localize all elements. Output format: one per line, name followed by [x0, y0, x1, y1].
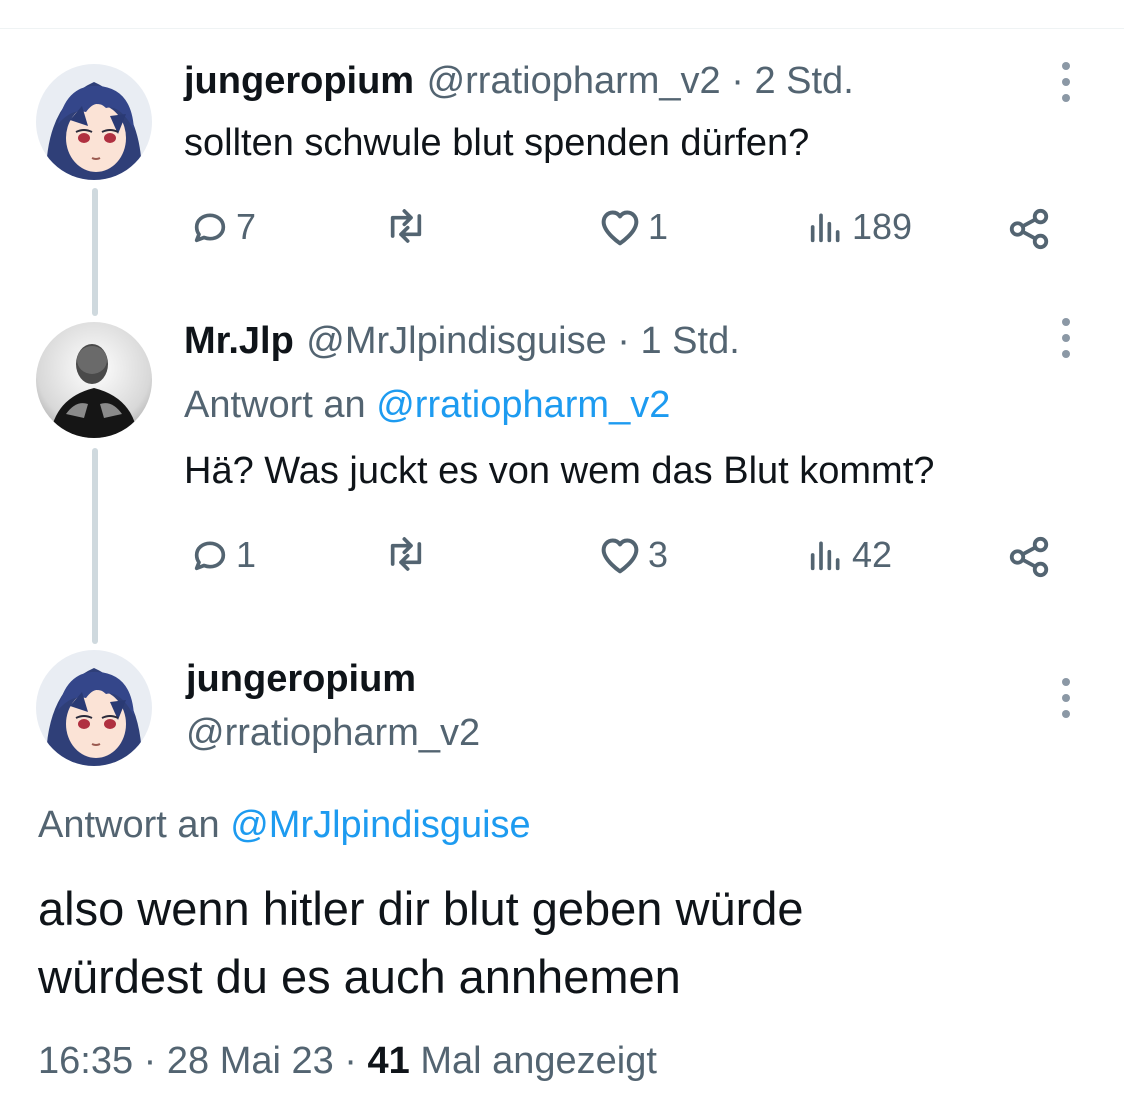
display-name[interactable]: Mr.Jlp: [184, 320, 294, 362]
more-vertical-icon[interactable]: [1060, 678, 1072, 718]
retweet-icon: [390, 537, 422, 571]
tweet-text-line: würdest du es auch annhemen: [38, 950, 681, 1003]
more-vertical-icon[interactable]: [1060, 318, 1072, 358]
reply-prefix: Antwort an: [38, 804, 231, 846]
reply-to-link[interactable]: @MrJlpindisguise: [230, 804, 530, 846]
like-button[interactable]: 3: [598, 534, 668, 576]
retweet-icon: [390, 209, 422, 243]
share-icon: [1009, 208, 1049, 250]
tweet-text-line: also wenn hitler dir blut geben würde: [38, 882, 804, 935]
heart-icon: [601, 210, 639, 246]
thread-connector: [92, 448, 98, 644]
avatar[interactable]: [36, 64, 152, 180]
retweet-button[interactable]: [384, 206, 428, 246]
like-count: 3: [648, 534, 669, 575]
like-button[interactable]: 1: [598, 206, 668, 248]
reply-bubble-icon: [194, 213, 226, 243]
reply-context: Antwort an @rratiopharm_v2: [184, 384, 670, 427]
share-button[interactable]: [1006, 534, 1052, 580]
more-vertical-icon[interactable]: [1060, 62, 1072, 102]
views-button[interactable]: 42: [806, 534, 892, 576]
views-button[interactable]: 189: [806, 206, 912, 248]
display-name[interactable]: jungeropium: [186, 658, 416, 701]
reply-count: 1: [236, 534, 257, 575]
reply-button[interactable]: 1: [190, 534, 256, 576]
display-name[interactable]: jungeropium: [184, 60, 414, 102]
anime-avatar-image: [36, 64, 152, 180]
tweet-text: Hä? Was juckt es von wem das Blut kommt?: [184, 450, 935, 492]
thread-connector: [92, 188, 98, 316]
handle-and-time[interactable]: @rratiopharm_v2 · 2 Std.: [427, 60, 854, 102]
anime-avatar-image: [36, 650, 152, 766]
top-divider: [0, 28, 1124, 29]
avatar[interactable]: [36, 650, 152, 766]
timestamp[interactable]: 16:35 · 28 Mai 23 ·: [38, 1040, 368, 1082]
retweet-button[interactable]: [384, 534, 428, 574]
avatar[interactable]: [36, 322, 152, 438]
view-suffix: Mal angezeigt: [409, 1040, 657, 1082]
tweet-text: sollten schwule blut spenden dürfen?: [184, 122, 810, 164]
view-count: 42: [852, 534, 893, 575]
reply-bubble-icon: [194, 541, 226, 571]
views-bar-icon: [810, 213, 840, 243]
reply-to-link[interactable]: @rratiopharm_v2: [376, 384, 670, 426]
photo-avatar-image: [36, 322, 152, 438]
tweet-footer: 16:35 · 28 Mai 23 · 41 Mal angezeigt: [38, 1040, 657, 1083]
view-count: 189: [852, 206, 913, 247]
reply-button[interactable]: 7: [190, 206, 256, 248]
heart-icon: [601, 538, 639, 574]
share-button[interactable]: [1006, 206, 1052, 252]
handle-and-time[interactable]: @MrJlpindisguise · 1 Std.: [306, 320, 740, 362]
view-count: 41: [367, 1040, 410, 1082]
reply-count: 7: [236, 206, 257, 247]
like-count: 1: [648, 206, 669, 247]
reply-context: Antwort an @MrJlpindisguise: [38, 804, 531, 847]
handle[interactable]: @rratiopharm_v2: [186, 712, 480, 755]
reply-prefix: Antwort an: [184, 384, 377, 426]
views-bar-icon: [810, 541, 840, 571]
share-icon: [1009, 536, 1049, 578]
